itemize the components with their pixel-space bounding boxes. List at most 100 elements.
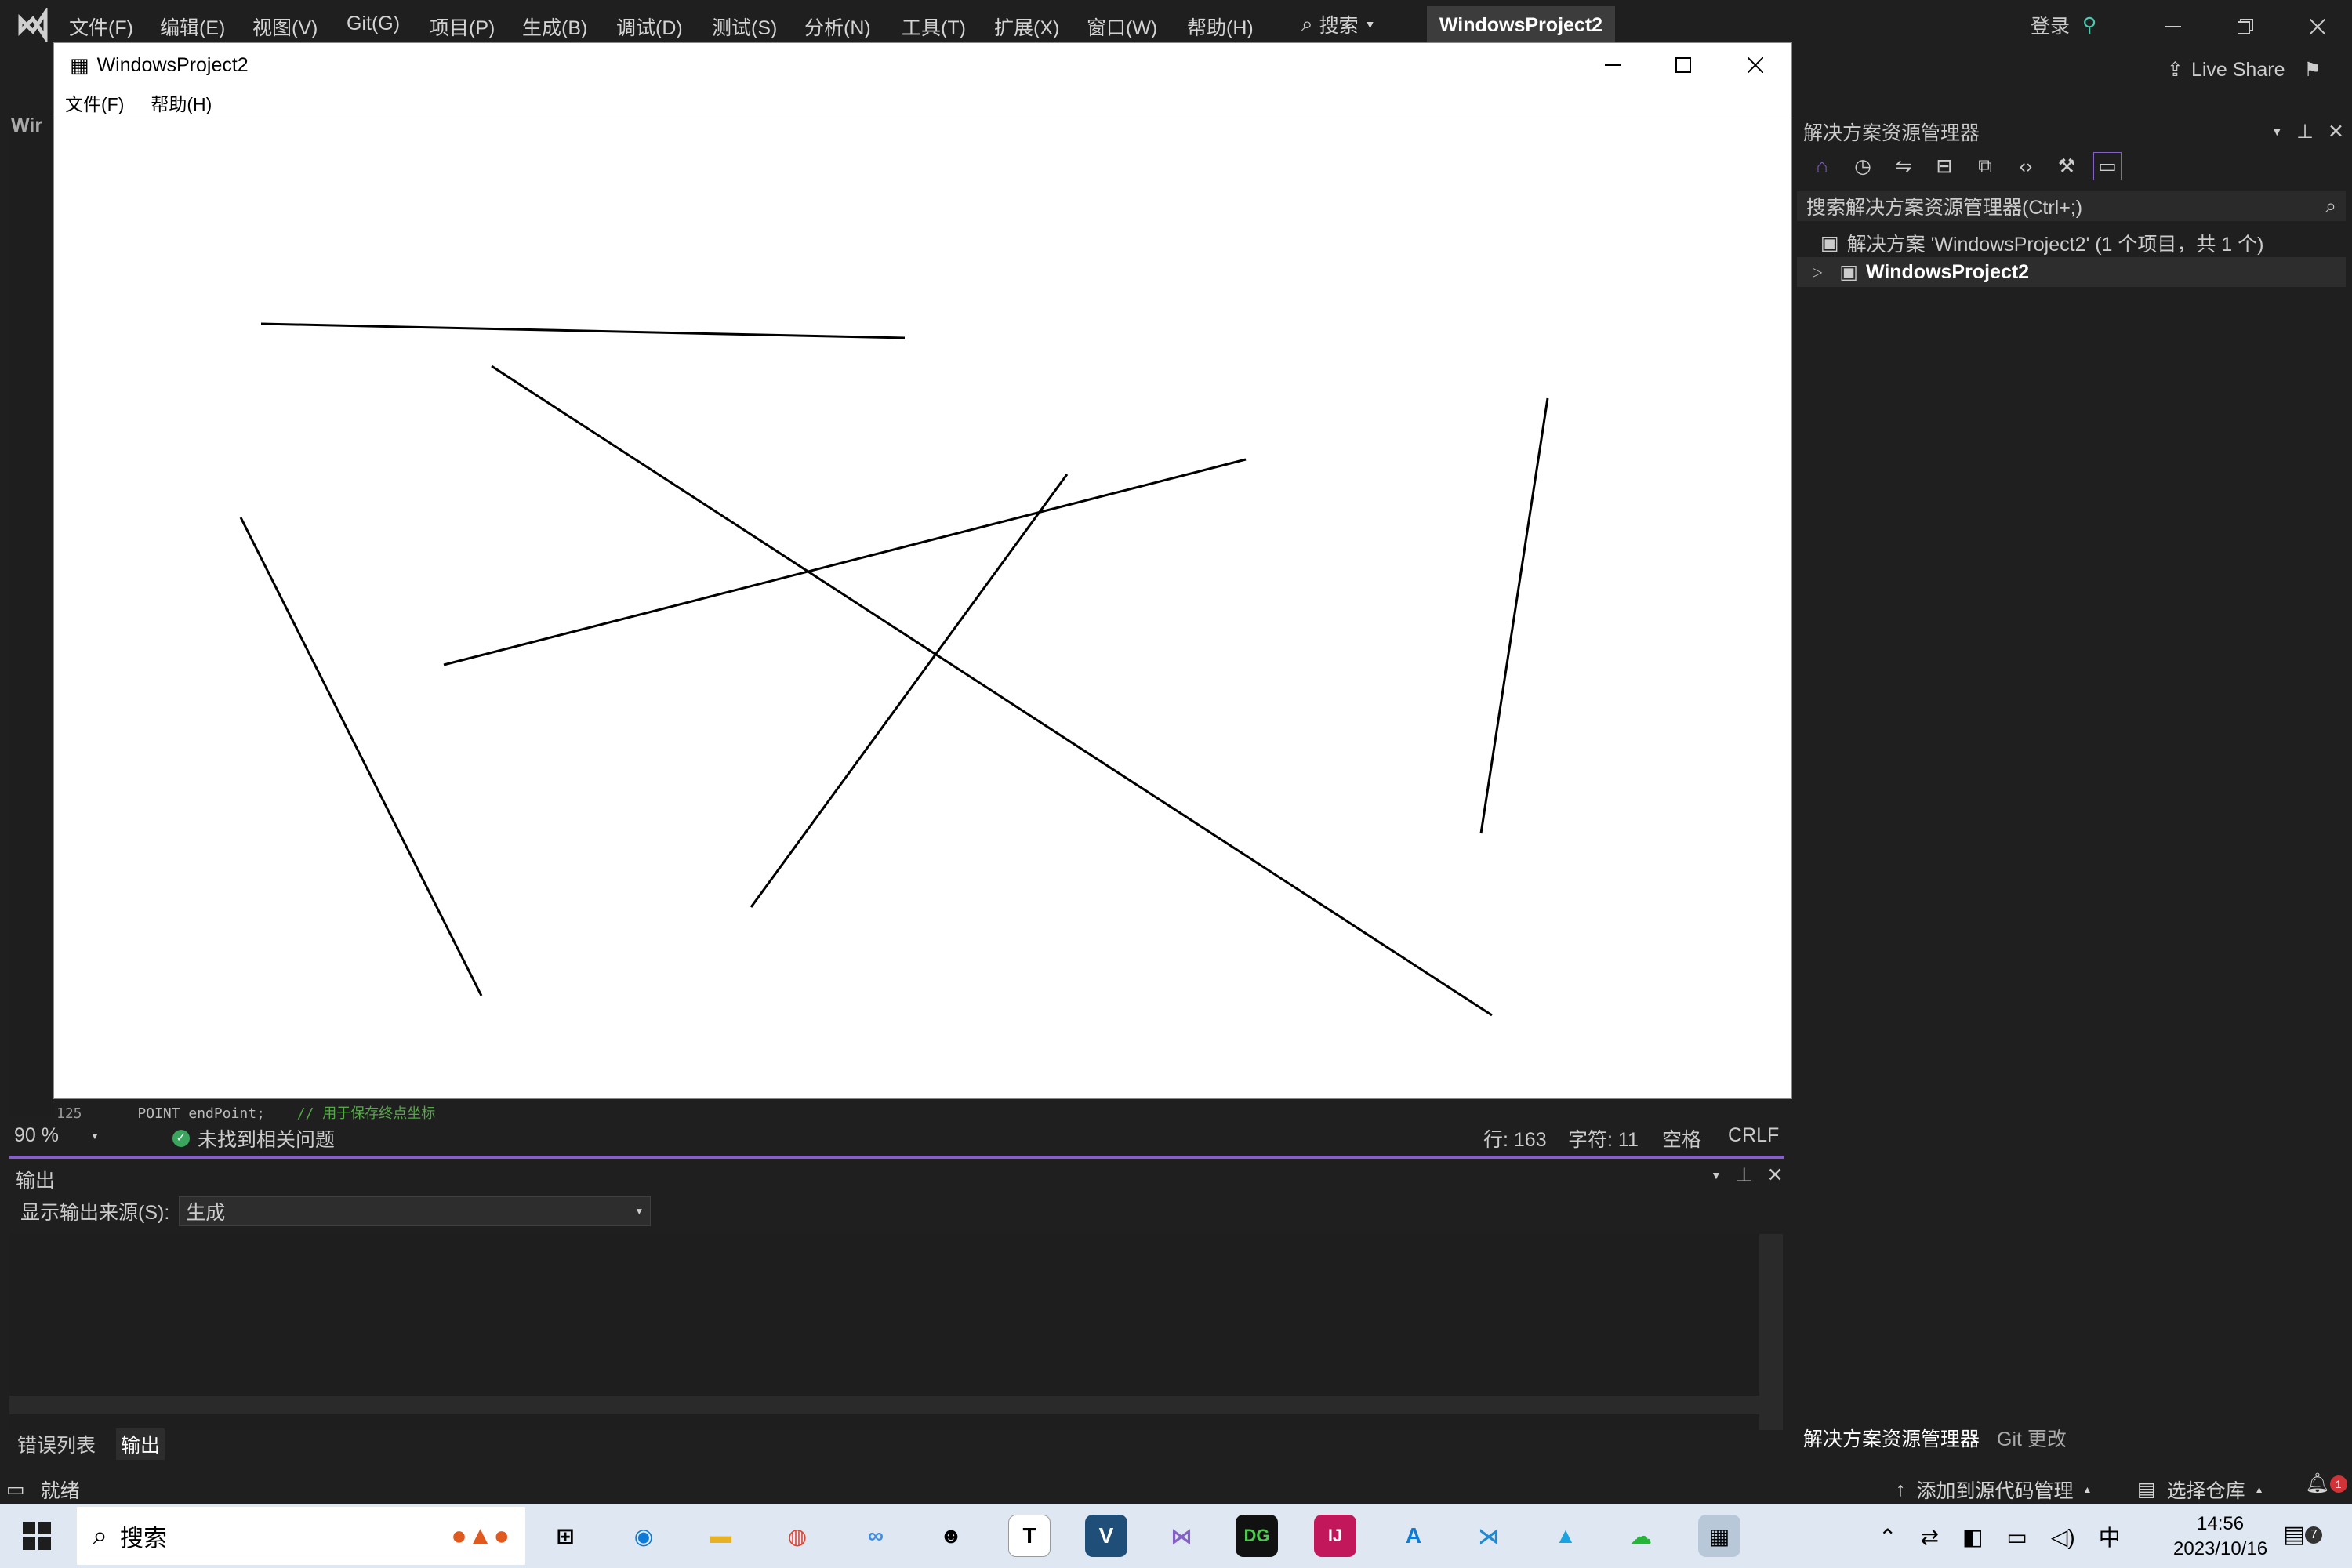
drawn-line-2: [491, 365, 1493, 1017]
baidu-netdisk-icon[interactable]: ∞: [855, 1515, 897, 1557]
vs-restore-button[interactable]: [2230, 11, 2261, 42]
wrench-icon[interactable]: ⚒: [2053, 152, 2081, 180]
tab-output[interactable]: 输出: [116, 1428, 165, 1460]
app-minimize-button[interactable]: [1597, 49, 1628, 81]
wechat-icon[interactable]: ☁: [1620, 1515, 1662, 1557]
vs-menu-item[interactable]: 分析(N): [804, 13, 871, 41]
app-maximize-button[interactable]: [1668, 49, 1699, 81]
tray-app-icon-2[interactable]: ◧: [1962, 1524, 1983, 1550]
tree-project-node[interactable]: ▷ ▣ WindowsProject2: [1797, 257, 2346, 287]
tab-git-changes[interactable]: Git 更改: [1997, 1424, 2067, 1452]
app-menu-help[interactable]: 帮助(H): [151, 89, 212, 116]
output-source-select[interactable]: 生成 ▼: [179, 1196, 652, 1226]
file-explorer-icon[interactable]: ▬: [699, 1515, 742, 1557]
windowsproject2-taskbar-icon[interactable]: ▦: [1698, 1515, 1740, 1557]
live-share-button[interactable]: ⇪ Live Share ⚑: [2167, 56, 2321, 83]
close-icon[interactable]: ✕: [2328, 120, 2344, 143]
preview-icon[interactable]: ▭: [2093, 152, 2122, 180]
arrow-up-icon: ↑: [1896, 1478, 1906, 1501]
windows-start-icon[interactable]: [16, 1515, 58, 1557]
copy-icon[interactable]: ⧉: [1971, 152, 1999, 180]
typora-icon[interactable]: T: [1008, 1515, 1051, 1557]
azure-icon[interactable]: ▲: [1544, 1515, 1587, 1557]
visual-studio-icon[interactable]: ⋈: [1160, 1515, 1203, 1557]
select-repo-button[interactable]: ▤ 选择仓库 ▲: [2137, 1475, 2264, 1504]
vscode-icon[interactable]: ⋊: [1468, 1515, 1510, 1557]
v-app-icon[interactable]: V: [1085, 1515, 1127, 1557]
vs-menu-item[interactable]: 项目(P): [430, 13, 495, 41]
tab-solution-explorer[interactable]: 解决方案资源管理器: [1803, 1424, 1980, 1452]
vs-minimize-button[interactable]: [2158, 11, 2189, 42]
app-menu-file[interactable]: 文件(F): [65, 89, 124, 116]
close-icon[interactable]: ✕: [1767, 1163, 1784, 1187]
edge-icon[interactable]: ◉: [622, 1515, 665, 1557]
notifications-button[interactable]: 🔔︎ 1: [2305, 1472, 2347, 1495]
vs-menu-item[interactable]: 生成(B): [522, 13, 587, 41]
datagrip-icon[interactable]: DG: [1236, 1515, 1278, 1557]
sync-icon[interactable]: ⇋: [1889, 152, 1918, 180]
signin-area[interactable]: 登录 ⚲: [2031, 11, 2096, 39]
intellij-icon[interactable]: IJ: [1314, 1515, 1356, 1557]
vs-menu-item[interactable]: 文件(F): [69, 13, 133, 41]
translate-icon[interactable]: A: [1392, 1515, 1435, 1557]
drawn-line-5: [750, 474, 1069, 908]
signin-label[interactable]: 登录: [2031, 11, 2070, 39]
vs-menu-item[interactable]: 视图(V): [252, 13, 318, 41]
taskbar-search[interactable]: ⌕ 搜索 ●▲●: [77, 1507, 525, 1565]
editor-gutter: [9, 110, 53, 1116]
editor-tab-label[interactable]: Wir: [11, 114, 42, 137]
vs-menu-item[interactable]: 帮助(H): [1187, 13, 1254, 41]
chrome-icon[interactable]: ◍: [776, 1515, 818, 1557]
vs-search-box[interactable]: ⌕ 搜索 ▼: [1301, 11, 1375, 38]
output-horizontal-scrollbar[interactable]: [9, 1396, 1759, 1414]
output-vertical-scrollbar[interactable]: [1759, 1234, 1783, 1430]
drawing-canvas[interactable]: [54, 119, 1791, 1099]
line-ending[interactable]: CRLF: [1728, 1124, 1779, 1147]
vs-close-button[interactable]: [2302, 11, 2333, 42]
ime-indicator[interactable]: 中: [2099, 1521, 2121, 1552]
chevron-up-icon[interactable]: ⌃: [1878, 1524, 1896, 1550]
tree-solution-node[interactable]: ▣ 解决方案 'WindowsProject2' (1 个项目，共 1 个): [1820, 229, 2264, 257]
output-source-row: 显示输出来源(S): 生成 ▼: [20, 1196, 652, 1226]
pin-icon[interactable]: ⊥: [2296, 120, 2314, 143]
add-source-control-button[interactable]: ↑ 添加到源代码管理 ▲: [1896, 1475, 2092, 1504]
vs-menu-item[interactable]: 测试(S): [712, 13, 777, 41]
vs-menu-item[interactable]: Git(G): [347, 13, 400, 35]
account-icon[interactable]: ⚲: [2082, 13, 2096, 37]
issues-indicator[interactable]: ✓ 未找到相关问题: [172, 1124, 335, 1152]
home-icon[interactable]: ⌂: [1808, 152, 1836, 180]
system-tray: ⌃ ⇄ ◧ ▭ ◁) 中: [1878, 1521, 2121, 1552]
expand-arrow-icon[interactable]: ▷: [1813, 264, 1822, 280]
output-window-controls: ▼ ⊥ ✕: [1711, 1163, 1784, 1187]
share-icon: ⇪: [2167, 59, 2183, 81]
vs-menu-item[interactable]: 窗口(W): [1087, 13, 1157, 41]
solution-explorer-controls: ▼ ⊥ ✕: [2271, 120, 2344, 143]
feedback-icon[interactable]: ⚑: [2303, 58, 2321, 82]
qq-icon[interactable]: ☻: [930, 1515, 972, 1557]
chevron-down-icon[interactable]: ▼: [2271, 125, 2282, 138]
zoom-select[interactable]: 90 % ▼: [14, 1124, 100, 1147]
drawn-line-3: [239, 517, 483, 996]
collapse-icon[interactable]: ⊟: [1930, 152, 1958, 180]
task-view-icon[interactable]: ⊞: [544, 1515, 586, 1557]
pin-icon[interactable]: ⊥: [1736, 1163, 1753, 1187]
chevron-down-icon[interactable]: ▼: [1711, 1169, 1722, 1181]
clock[interactable]: 14:56 2023/10/16: [2173, 1512, 2267, 1562]
volume-icon[interactable]: ◁): [2051, 1524, 2075, 1550]
solution-search-field[interactable]: 搜索解决方案资源管理器(Ctrl+;) ⌕: [1797, 191, 2346, 221]
vs-menu-item[interactable]: 编辑(E): [160, 13, 225, 41]
tray-app-icon[interactable]: ⇄: [1920, 1524, 1938, 1550]
line-number: 125: [56, 1105, 82, 1122]
vs-menu-item[interactable]: 工具(T): [902, 13, 966, 41]
history-icon[interactable]: ◷: [1849, 152, 1877, 180]
code-text: POINT endPoint;: [137, 1105, 265, 1122]
vs-menu-item[interactable]: 扩展(X): [994, 13, 1059, 41]
action-center-button[interactable]: ▤ 7: [2283, 1521, 2323, 1548]
indent-mode[interactable]: 空格: [1662, 1124, 1701, 1152]
code-icon[interactable]: ‹›: [2012, 152, 2040, 180]
vs-menu-item[interactable]: 调试(D): [616, 13, 683, 41]
battery-icon[interactable]: ▭: [2006, 1524, 2027, 1550]
app-close-button[interactable]: [1740, 49, 1771, 81]
drawn-line-4: [443, 458, 1247, 666]
tab-error-list[interactable]: 错误列表: [17, 1430, 96, 1458]
